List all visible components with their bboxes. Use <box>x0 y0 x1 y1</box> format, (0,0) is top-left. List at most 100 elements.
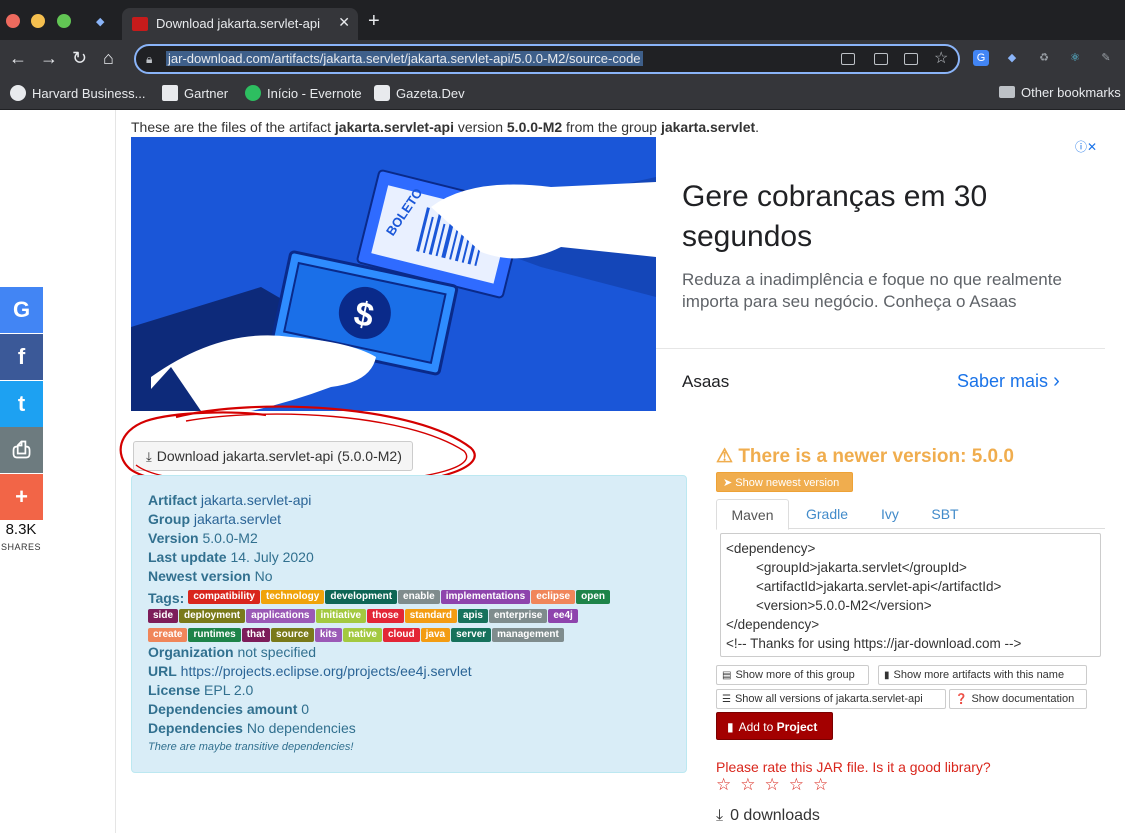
tag-badge[interactable]: open <box>576 590 610 604</box>
show-more-artifacts-button[interactable]: ▮ Show more artifacts with this name <box>878 665 1087 685</box>
show-newest-label: Show newest version <box>735 477 840 489</box>
home-icon[interactable]: ⌂ <box>103 48 114 68</box>
tag-badge[interactable]: compatibility <box>188 590 260 604</box>
group-link[interactable]: jakarta.servlet <box>194 511 281 527</box>
show-documentation-button[interactable]: ❓ Show documentation <box>949 689 1087 709</box>
address-bar[interactable]: 🔒︎ jar-download.com/artifacts/jakarta.se… <box>134 44 960 74</box>
rating-stars[interactable]: ☆☆☆☆☆ <box>716 775 837 795</box>
tag-badge[interactable]: development <box>325 590 398 604</box>
tag-badge[interactable]: server <box>451 628 492 642</box>
info-value: 5.0.0-M2 <box>202 530 258 546</box>
gazeta-icon <box>374 85 390 101</box>
other-bookmarks-label: Other bookmarks <box>1021 85 1121 100</box>
show-more-of-group-button[interactable]: ▤ Show more of this group <box>716 665 869 685</box>
tag-badge[interactable]: enable <box>398 590 440 604</box>
forward-arrow-icon[interactable]: → <box>40 48 58 68</box>
tag-badge[interactable]: standard <box>404 609 457 623</box>
print-icon[interactable]: ⎙ <box>0 427 43 473</box>
ad-brand-name[interactable]: Asaas <box>682 372 729 392</box>
apps-grid-icon[interactable] <box>874 53 888 65</box>
ad-cta-label: Saber mais <box>957 371 1049 391</box>
tag-badge[interactable]: eclipse <box>531 590 576 604</box>
dependency-format-tabs: Maven Gradle Ivy SBT <box>716 499 1105 530</box>
tag-badge[interactable]: enterprise <box>489 609 548 623</box>
ad-body-text[interactable]: Reduza a inadimplência e foque no que re… <box>682 269 1092 313</box>
artifact-link[interactable]: jakarta.servlet-api <box>201 492 312 508</box>
ad-illustration[interactable]: BOLETO $ <box>131 137 656 411</box>
tag-badge[interactable]: deployment <box>179 609 246 623</box>
google-icon[interactable]: G <box>0 287 43 333</box>
tag-badge[interactable]: java <box>420 628 451 642</box>
tag-badge[interactable]: side <box>148 609 179 623</box>
tag-badge[interactable]: implementations <box>440 590 531 604</box>
bookmark-gartner[interactable]: Gartner <box>162 85 228 101</box>
tab-ivy[interactable]: Ivy <box>866 499 914 529</box>
tag-badge[interactable]: create <box>148 628 188 642</box>
info-key: Dependencies <box>148 720 243 736</box>
back-arrow-icon[interactable]: ← <box>9 48 27 68</box>
translate-icon[interactable] <box>904 53 918 65</box>
info-key: Group <box>148 511 190 527</box>
file-icon: ▮ <box>884 670 890 681</box>
info-dependencies-amount: Dependencies amount 0 <box>148 701 309 717</box>
facebook-icon[interactable]: f <box>0 334 43 380</box>
plus-icon[interactable]: + <box>0 474 43 520</box>
react-devtools-icon[interactable]: ⚛ <box>1067 50 1083 66</box>
twitter-icon[interactable]: t <box>0 381 43 427</box>
tag-badge[interactable]: applications <box>246 609 315 623</box>
show-all-versions-button[interactable]: ☰ Show all versions of jakarta.servlet-ap… <box>716 689 946 709</box>
tab-close-icon[interactable]: ✕ <box>338 14 350 31</box>
tab-maven[interactable]: Maven <box>716 499 789 530</box>
show-newest-version-button[interactable]: ➤ Show newest version <box>716 472 853 492</box>
tag-badge[interactable]: apis <box>457 609 488 623</box>
reload-icon[interactable]: ↻ <box>72 48 87 68</box>
project-url-link[interactable]: https://projects.eclipse.org/projects/ee… <box>181 663 472 679</box>
tab-gradle[interactable]: Gradle <box>793 499 861 529</box>
tag-badge[interactable]: technology <box>261 590 325 604</box>
evernote-icon <box>245 85 261 101</box>
info-key: Version <box>148 530 199 546</box>
ad-info-close-icon[interactable]: ⓘ✕ <box>1075 138 1097 155</box>
bookmark-gazeta[interactable]: Gazeta.Dev <box>374 85 465 101</box>
lock-icon[interactable]: 🔒︎ <box>146 52 152 67</box>
pinned-tab-gem-icon[interactable]: ◆ <box>96 15 104 28</box>
tag-badge[interactable]: management <box>492 628 564 642</box>
recycle-extension-icon[interactable]: ♻ <box>1036 50 1052 66</box>
tag-badge[interactable]: cloud <box>382 628 420 642</box>
tag-badge[interactable]: those <box>367 609 404 623</box>
tag-row: side deployment applications initiative thos… <box>148 609 668 628</box>
new-tab-button[interactable]: + <box>368 11 380 31</box>
tag-badge[interactable]: kits <box>314 628 343 642</box>
eyedropper-extension-icon[interactable]: ✎ <box>1098 50 1114 66</box>
bookmark-star-icon[interactable]: ☆ <box>934 48 948 68</box>
url-text[interactable]: jar-download.com/artifacts/jakarta.servl… <box>166 51 643 66</box>
browser-tab-active[interactable]: Download jakarta.servlet-api ✕ <box>122 8 358 40</box>
add-to-project-button[interactable]: ▮ Add to Project <box>716 712 833 740</box>
window-minimize-button[interactable] <box>31 14 45 28</box>
code-line: <dependency> <box>726 541 816 556</box>
tag-badge[interactable]: ee4j <box>548 609 578 623</box>
artifact-info-panel: Artifact jakarta.servlet-api Group jakar… <box>131 475 687 773</box>
window-close-button[interactable] <box>6 14 20 28</box>
ad-cta-button[interactable]: Saber mais › <box>957 370 1060 393</box>
list-lines-icon: ☰ <box>722 694 731 705</box>
tag-badge[interactable]: runtimes <box>188 628 241 642</box>
tag-badge[interactable]: that <box>241 628 271 642</box>
gem-extension-icon[interactable]: ◆ <box>1004 50 1020 66</box>
dependency-snippet-textarea[interactable]: <dependency> <groupId>jakarta.servlet</g… <box>720 533 1101 657</box>
google-translate-extension-icon[interactable]: G <box>973 50 989 66</box>
tag-badge[interactable]: source <box>271 628 314 642</box>
ad-headline[interactable]: Gere cobranças em 30 segundos <box>682 177 1062 257</box>
advertisement-banner[interactable]: BOLETO $ ⓘ✕ Gere cobranças em 30 segundo… <box>131 137 1105 411</box>
code-line: </dependency> <box>726 617 820 632</box>
bookmark-harvard[interactable]: Harvard Business... <box>10 85 145 101</box>
bookmarks-bar: Harvard Business... Gartner Início - Eve… <box>0 78 1125 110</box>
other-bookmarks[interactable]: Other bookmarks <box>999 85 1121 100</box>
tag-badge[interactable]: native <box>343 628 382 642</box>
window-maximize-button[interactable] <box>57 14 71 28</box>
cast-icon[interactable] <box>841 53 855 65</box>
tag-badge[interactable]: initiative <box>315 609 367 623</box>
bookmark-evernote[interactable]: Início - Evernote <box>245 85 362 101</box>
info-value: EPL 2.0 <box>204 682 254 698</box>
tab-sbt[interactable]: SBT <box>919 499 971 529</box>
